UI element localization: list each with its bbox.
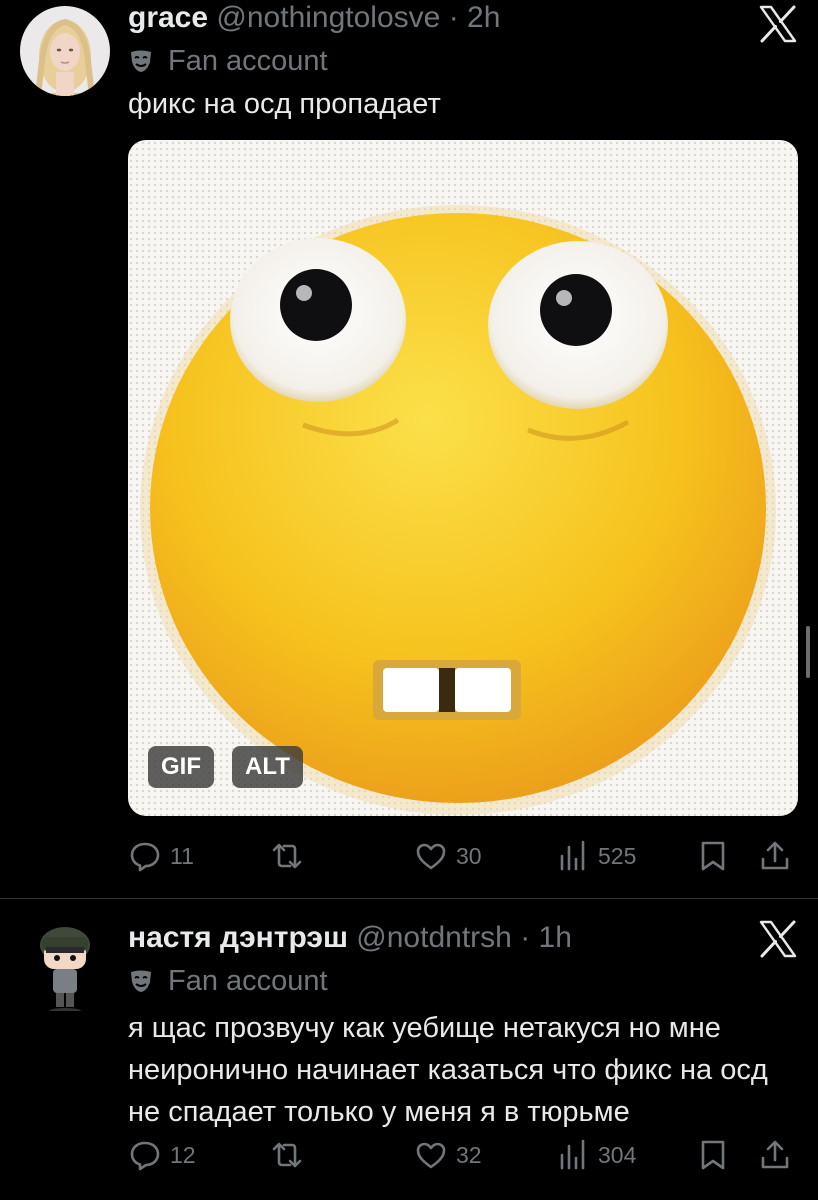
gif-badge[interactable]: GIF xyxy=(148,746,214,788)
user-handle[interactable]: @nothingtolosve xyxy=(216,1,440,34)
like-button[interactable]: 32 xyxy=(414,1135,482,1175)
funko-figure-avatar-icon xyxy=(40,927,90,1011)
account-label-text: Fan account xyxy=(168,965,328,997)
reply-count: 12 xyxy=(170,1141,196,1168)
nervous-emoji-icon xyxy=(140,205,776,815)
account-label: Fan account xyxy=(128,964,328,998)
x-logo-icon[interactable] xyxy=(758,919,798,959)
tweet-text: фикс на осд пропадает xyxy=(128,88,441,120)
repost-icon xyxy=(272,1142,302,1168)
separator-dot: · xyxy=(520,921,531,954)
account-label: Fan account xyxy=(128,44,328,78)
share-button[interactable] xyxy=(758,1135,792,1175)
tweet-media-gif[interactable]: GIF ALT xyxy=(128,140,798,816)
account-label-text: Fan account xyxy=(168,45,328,77)
user-avatar[interactable] xyxy=(20,921,110,1011)
tweet-actions: 11 30 525 xyxy=(128,836,798,876)
separator-dot: · xyxy=(448,1,459,34)
tweet-header: grace @nothingtolosve · 2h xyxy=(128,0,500,36)
x-logo-icon[interactable] xyxy=(758,4,798,44)
display-name[interactable]: настя дэнтрэш xyxy=(128,921,348,954)
tweet-text: я щас прозвучу как уебище нетакуся но мн… xyxy=(128,1012,768,1128)
tweet-header: настя дэнтрэш @notdntrsh · 1h xyxy=(128,920,572,956)
tweet[interactable]: настя дэнтрэш @notdntrsh · 1h Fan accoun… xyxy=(0,899,818,1200)
timestamp[interactable]: 2h xyxy=(467,1,500,34)
mask-icon xyxy=(131,50,151,72)
like-count: 32 xyxy=(456,1141,482,1168)
repost-button[interactable] xyxy=(270,1135,304,1175)
timestamp[interactable]: 1h xyxy=(539,921,572,954)
views-button[interactable]: 304 xyxy=(556,1135,636,1175)
share-icon xyxy=(761,841,789,870)
reply-count: 11 xyxy=(170,842,194,869)
views-chart-icon xyxy=(560,840,585,871)
tweet-actions: 12 32 304 xyxy=(128,1135,798,1175)
user-avatar[interactable] xyxy=(20,6,110,96)
heart-icon xyxy=(416,843,446,870)
user-photo-avatar-icon xyxy=(20,6,110,96)
display-name[interactable]: grace xyxy=(128,1,208,34)
reply-icon xyxy=(130,1141,160,1171)
bookmark-icon xyxy=(701,1140,725,1170)
share-button[interactable] xyxy=(758,836,792,876)
mask-icon xyxy=(131,970,151,992)
reply-icon xyxy=(130,842,160,872)
bookmark-button[interactable] xyxy=(696,1135,730,1175)
bookmark-button[interactable] xyxy=(696,836,730,876)
share-icon xyxy=(761,1140,789,1169)
reply-button[interactable]: 12 xyxy=(128,1135,196,1175)
tweet[interactable]: grace @nothingtolosve · 2h Fan account ф… xyxy=(0,0,818,898)
like-button[interactable]: 30 xyxy=(414,836,482,876)
scrollbar[interactable] xyxy=(806,626,810,678)
reply-button[interactable]: 11 xyxy=(128,836,194,876)
views-count: 525 xyxy=(598,842,637,869)
alt-badge[interactable]: ALT xyxy=(232,746,303,788)
like-count: 30 xyxy=(456,842,482,869)
views-button[interactable]: 525 xyxy=(556,836,636,876)
repost-icon xyxy=(272,843,302,869)
views-count: 304 xyxy=(598,1141,637,1168)
user-handle[interactable]: @notdntrsh xyxy=(356,921,512,954)
views-chart-icon xyxy=(560,1139,585,1170)
bookmark-icon xyxy=(701,841,725,871)
heart-icon xyxy=(416,1142,446,1169)
repost-button[interactable] xyxy=(270,836,304,876)
